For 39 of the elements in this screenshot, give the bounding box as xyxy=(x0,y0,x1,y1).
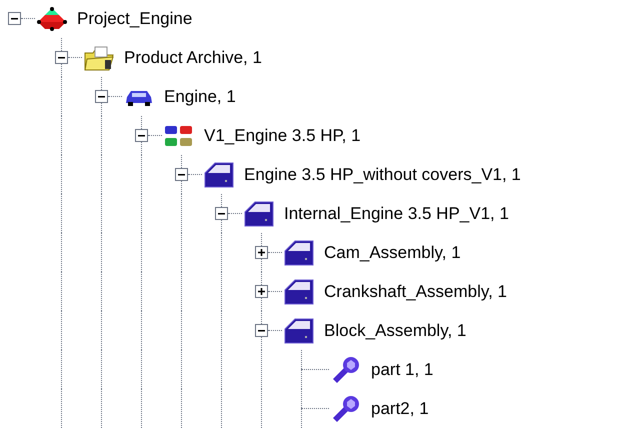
plus-icon xyxy=(258,249,265,256)
tree-item-label[interactable]: part 1, 1 xyxy=(371,356,434,382)
assembly-icon xyxy=(283,238,315,266)
minus-icon xyxy=(98,96,105,98)
minus-icon xyxy=(178,174,185,176)
assembly-icon xyxy=(283,278,315,306)
collapse-toggle[interactable] xyxy=(8,12,21,25)
minus-icon xyxy=(218,212,225,214)
tree-item-label[interactable]: Cam_Assembly, 1 xyxy=(324,240,461,266)
minus-icon xyxy=(258,330,265,332)
cars-icon xyxy=(164,124,194,148)
assembly-icon xyxy=(203,160,235,188)
tree-item-label[interactable]: Block_Assembly, 1 xyxy=(324,318,466,344)
collapse-toggle[interactable] xyxy=(175,168,188,181)
minus-icon xyxy=(58,56,65,58)
tree-item-label[interactable]: Project_Engine xyxy=(77,6,192,32)
assembly-icon xyxy=(283,316,315,344)
collapse-toggle[interactable] xyxy=(55,51,68,64)
collapse-toggle[interactable] xyxy=(135,129,148,142)
minus-icon xyxy=(138,134,145,136)
expand-toggle[interactable] xyxy=(255,246,268,259)
minus-icon xyxy=(11,18,18,20)
tree-item-label[interactable]: Crankshaft_Assembly, 1 xyxy=(324,278,507,304)
collapse-toggle[interactable] xyxy=(255,324,268,337)
colored-diamond-icon xyxy=(37,6,67,30)
expand-toggle[interactable] xyxy=(255,285,268,298)
tree-item-label[interactable]: Engine, 1 xyxy=(164,84,236,110)
bolt-icon xyxy=(331,356,361,382)
tree-item-label[interactable]: Product Archive, 1 xyxy=(124,44,262,70)
tree-item-label[interactable]: Internal_Engine 3.5 HP_V1, 1 xyxy=(284,200,509,226)
tree-item-label[interactable]: Engine 3.5 HP_without covers_V1, 1 xyxy=(244,162,521,188)
bolt-icon xyxy=(331,396,361,422)
plus-icon xyxy=(258,288,265,295)
collapse-toggle[interactable] xyxy=(215,207,228,220)
collapse-toggle[interactable] xyxy=(95,90,108,103)
tree-item-label[interactable]: V1_Engine 3.5 HP, 1 xyxy=(204,122,361,148)
assembly-icon xyxy=(243,200,275,228)
open-folder-icon xyxy=(83,44,115,70)
tree-item-label[interactable]: part2, 1 xyxy=(371,396,429,422)
